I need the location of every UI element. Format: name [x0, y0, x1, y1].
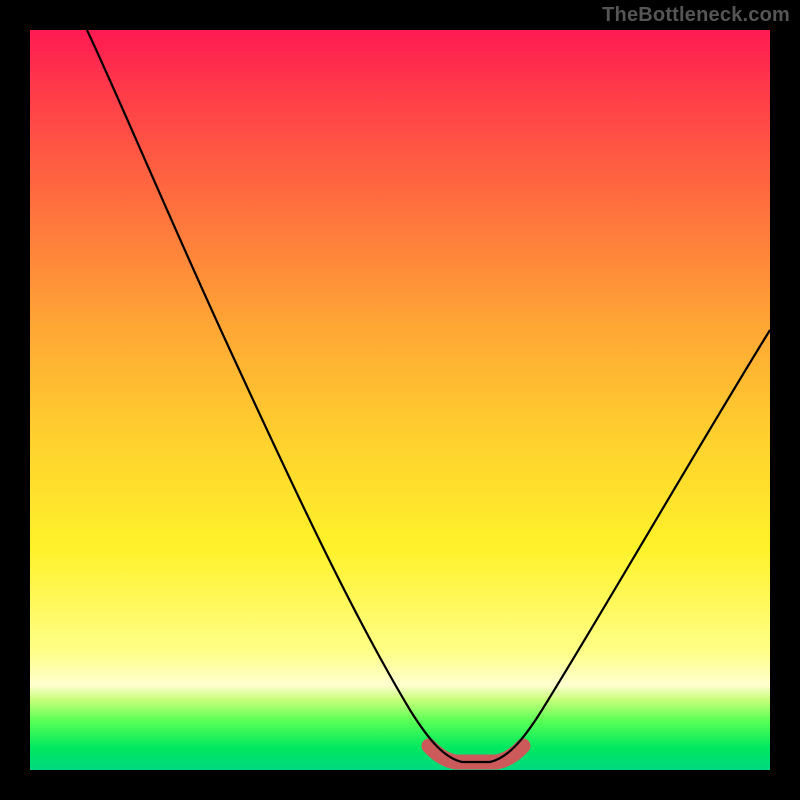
- plot-area: [30, 30, 770, 770]
- highlight-band: [429, 746, 523, 762]
- watermark-text: TheBottleneck.com: [602, 4, 790, 27]
- bottleneck-curve: [87, 30, 770, 762]
- outer-frame: TheBottleneck.com: [0, 0, 800, 800]
- chart-svg: [30, 30, 770, 770]
